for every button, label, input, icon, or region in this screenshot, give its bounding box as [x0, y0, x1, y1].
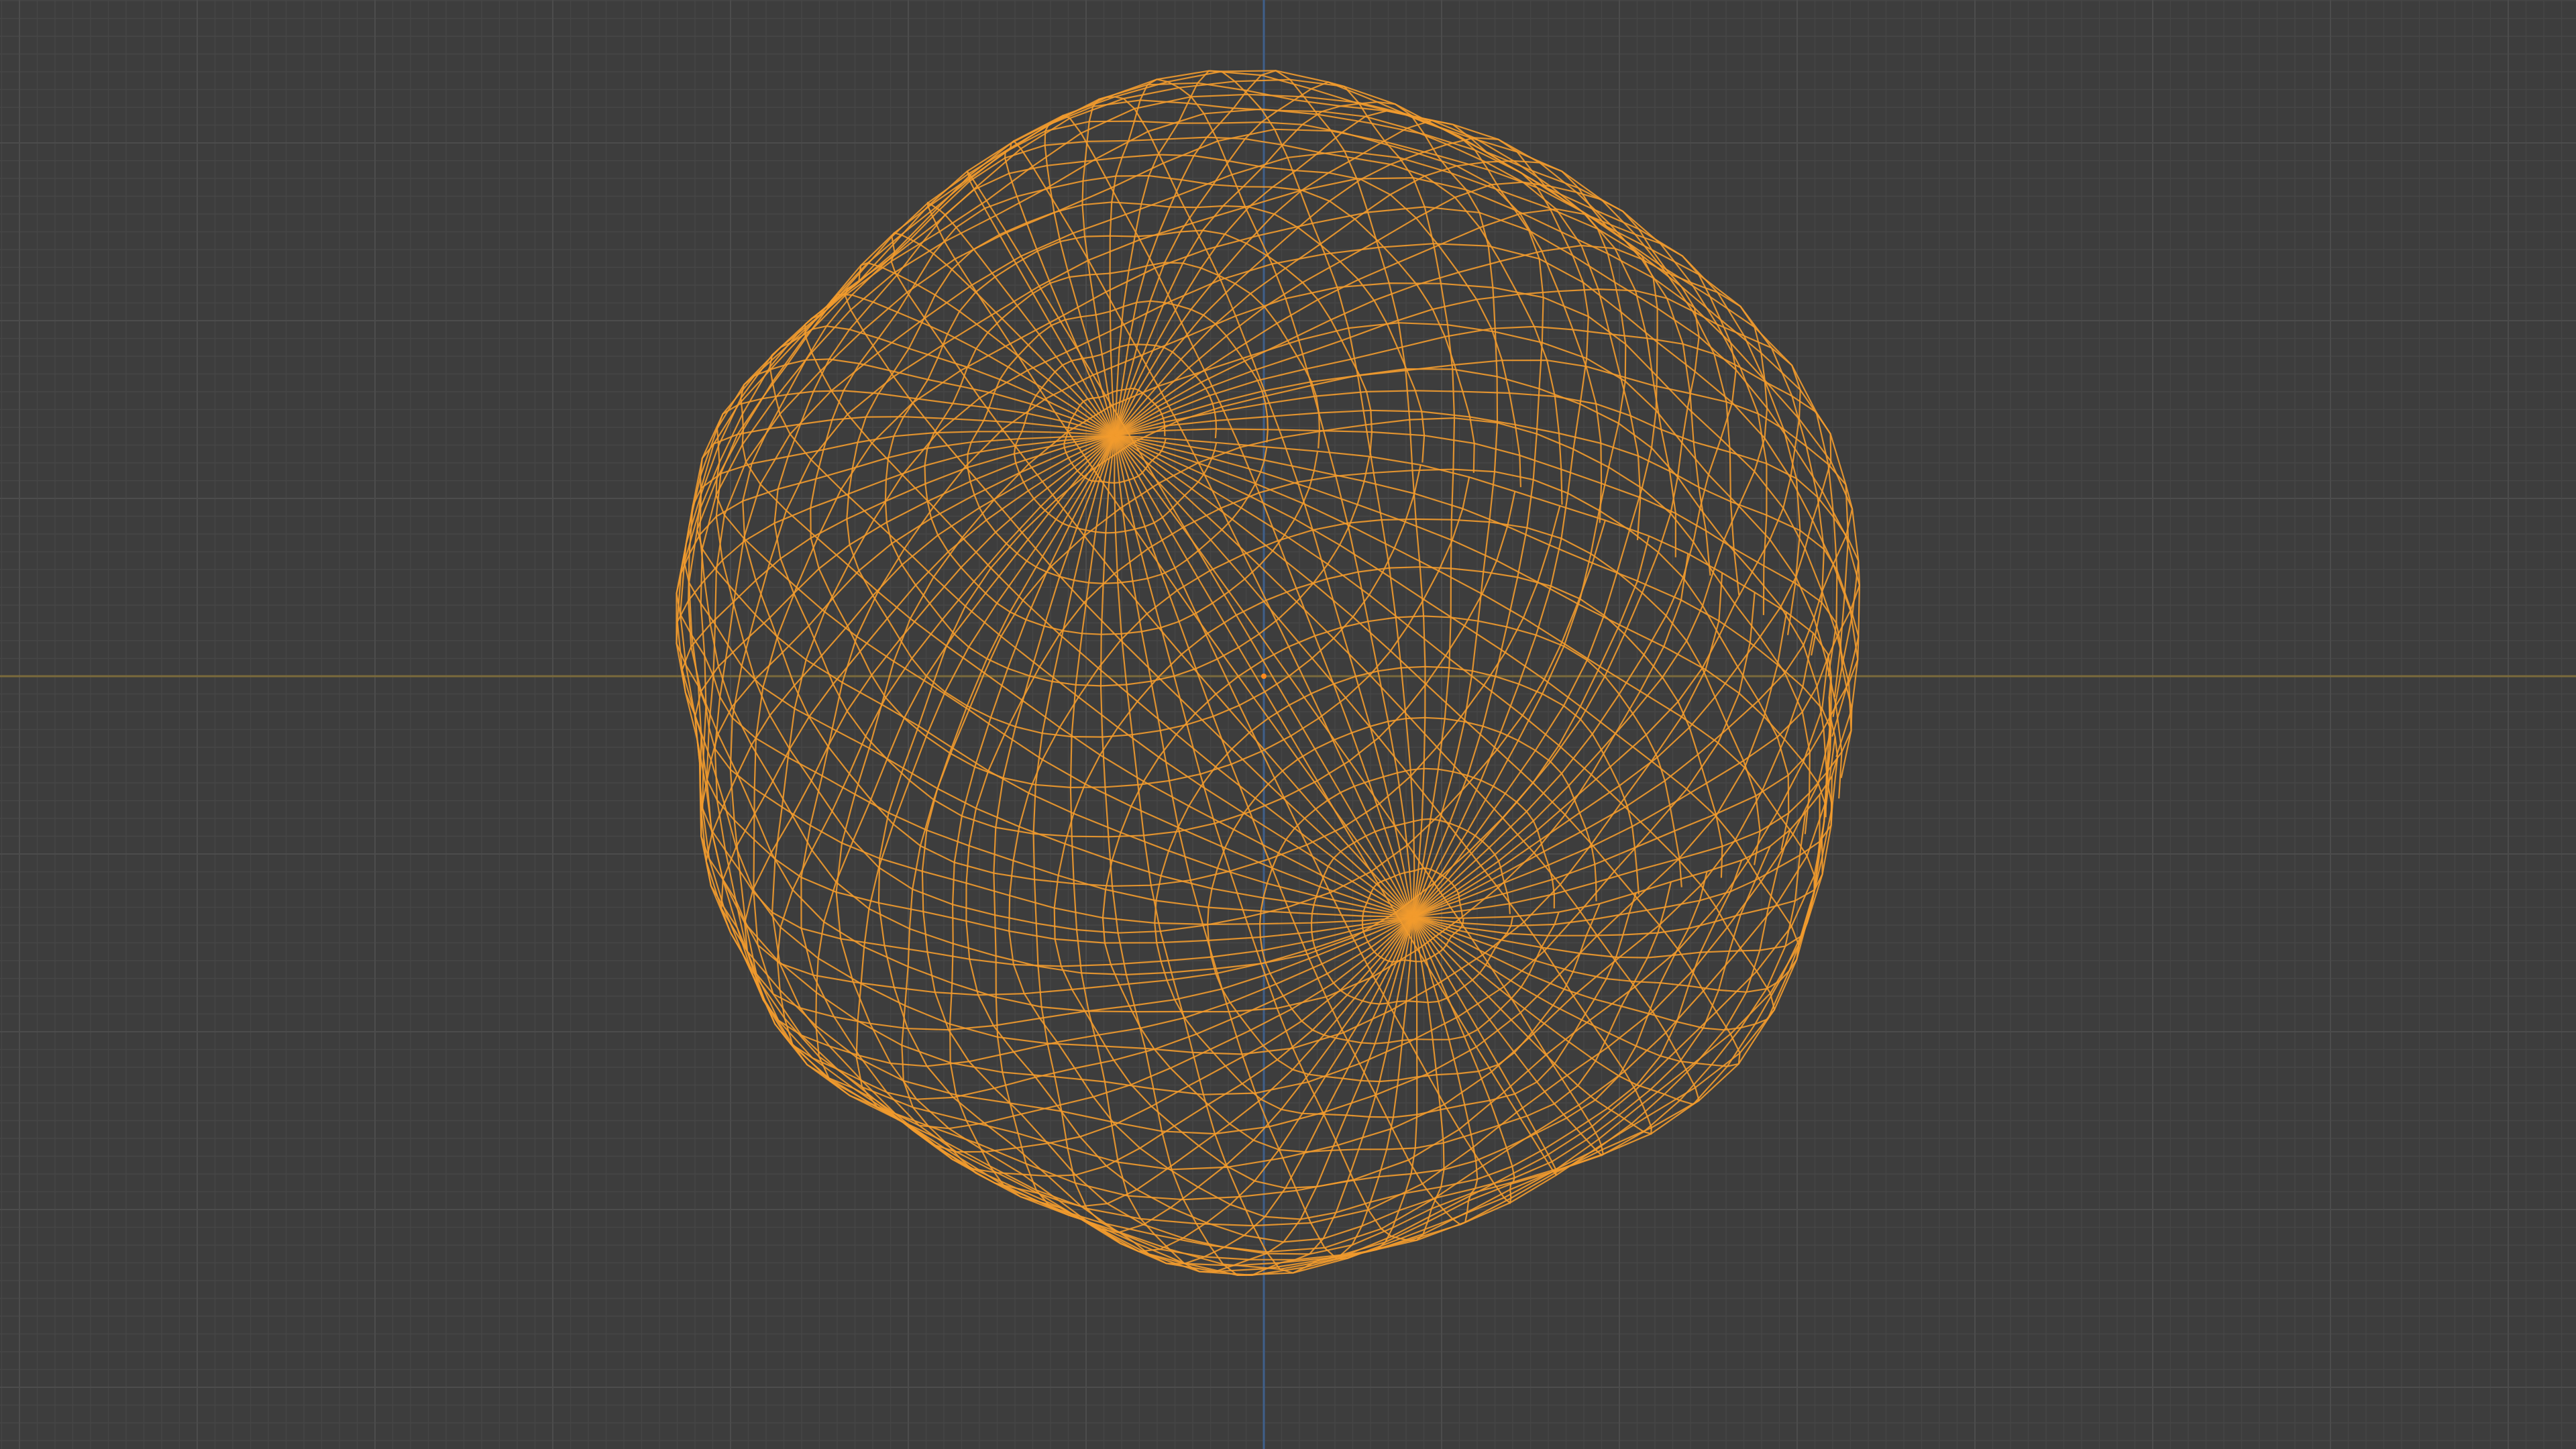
- mesh-edge-meridian: [1114, 325, 1832, 918]
- mesh-edge-meridian: [1114, 70, 1426, 917]
- mesh-edge-meridian: [804, 293, 1413, 918]
- mesh-edge-loop: [773, 154, 1521, 838]
- mesh-edge-loop: [688, 93, 1815, 1171]
- viewport-scene[interactable]: [0, 0, 2576, 1449]
- mesh-edge-meridian: [740, 358, 1413, 918]
- grid-minor-lines: [0, 0, 2576, 1449]
- mesh-edge-meridian: [694, 435, 1413, 967]
- mesh-edge-meridian: [1114, 435, 1652, 1135]
- mesh-edge-meridian: [1114, 435, 1815, 959]
- object-origin-dot: [1261, 674, 1267, 679]
- mesh-edge-meridian: [1114, 435, 1833, 927]
- mesh-edge-meridian: [1114, 181, 1700, 918]
- grid-major-lines: [0, 0, 2576, 1449]
- 3d-viewport[interactable]: [0, 0, 2576, 1449]
- sphere-wireframe-mesh[interactable]: [676, 70, 1861, 1277]
- mesh-edge-loop: [706, 128, 1838, 1227]
- mesh-edge-meridian: [705, 435, 1413, 1031]
- mesh-edge-loop: [1102, 615, 1682, 1153]
- mesh-edge-meridian: [993, 435, 1414, 1252]
